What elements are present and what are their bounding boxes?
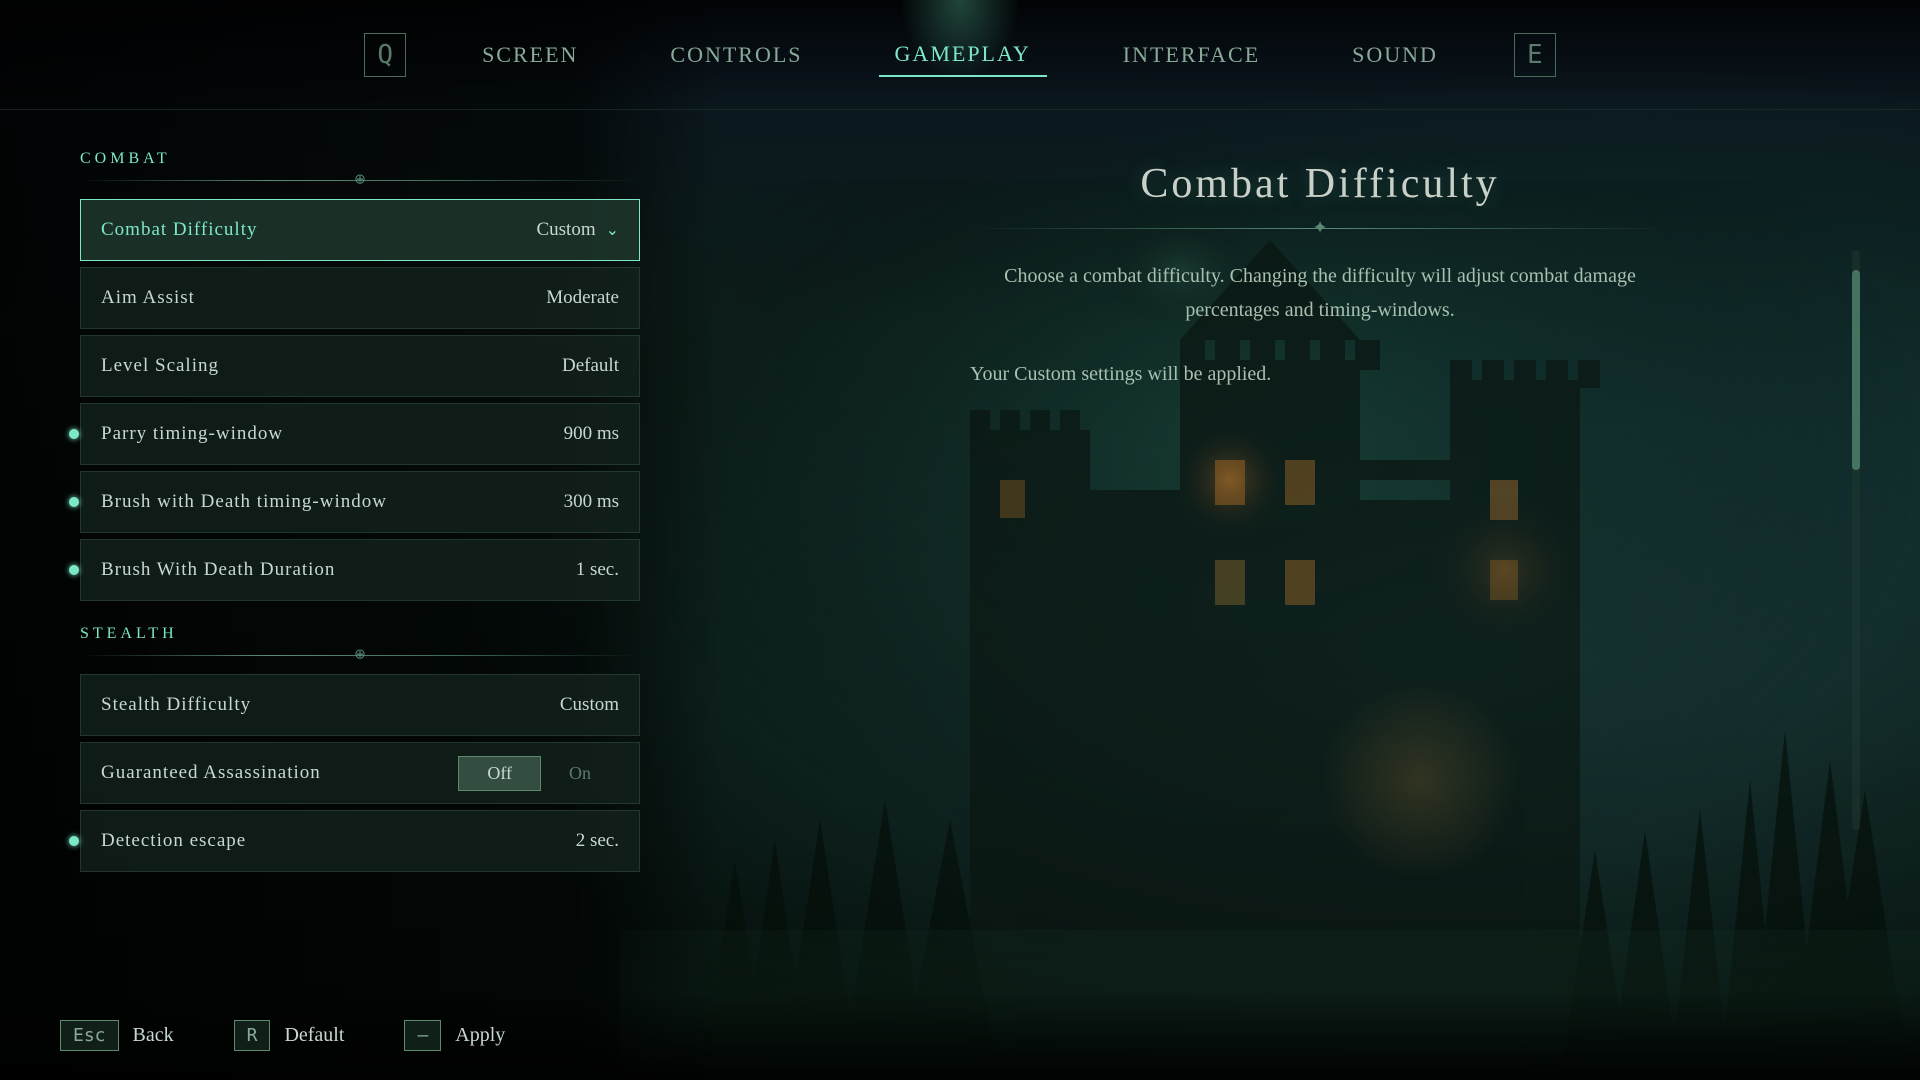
bottom-bar: Esc Back R Default — Apply — [0, 990, 1920, 1080]
settings-panel: COMBAT Combat Difficulty Custom ⌄ Aim As… — [0, 110, 720, 1080]
guaranteed-assassination-row[interactable]: Guaranteed Assassination Off On — [80, 742, 640, 804]
aim-assist-label: Aim Assist — [101, 287, 195, 309]
combat-section-header: COMBAT — [80, 150, 640, 168]
level-scaling-row[interactable]: Level Scaling Default — [80, 335, 640, 397]
left-bracket[interactable]: Q — [364, 33, 406, 77]
apply-key: — — [404, 1020, 441, 1051]
main-content: COMBAT Combat Difficulty Custom ⌄ Aim As… — [0, 110, 1920, 1080]
tab-screen[interactable]: Screen — [466, 34, 594, 76]
scrollbar[interactable] — [1852, 250, 1860, 830]
detection-dot — [69, 836, 79, 846]
level-scaling-value: Default — [562, 355, 619, 377]
right-bracket[interactable]: E — [1514, 33, 1556, 77]
brush-timing-dot — [69, 497, 79, 507]
toggle-container: Off On — [458, 756, 619, 791]
parry-timing-value: 900 ms — [564, 423, 619, 445]
detection-escape-row[interactable]: Detection escape 2 sec. — [80, 810, 640, 872]
combat-difficulty-value: Custom — [536, 219, 595, 241]
stealth-divider — [80, 655, 640, 656]
brush-timing-value: 300 ms — [564, 491, 619, 513]
combat-difficulty-row[interactable]: Combat Difficulty Custom ⌄ — [80, 199, 640, 261]
info-title: Combat Difficulty — [1140, 160, 1499, 208]
apply-label: Apply — [455, 1024, 505, 1047]
info-description: Choose a combat difficulty. Changing the… — [970, 259, 1670, 327]
level-scaling-label: Level Scaling — [101, 355, 219, 377]
tab-sound[interactable]: Sound — [1336, 34, 1454, 76]
stealth-difficulty-row[interactable]: Stealth Difficulty Custom — [80, 674, 640, 736]
detection-escape-label: Detection escape — [101, 830, 246, 852]
stealth-section-header: STEALTH — [80, 625, 640, 643]
default-key: R — [234, 1020, 271, 1051]
info-note: Your Custom settings will be applied. — [970, 357, 1670, 391]
back-action[interactable]: Esc Back — [60, 1020, 174, 1051]
brush-duration-value: 1 sec. — [576, 559, 619, 581]
default-action[interactable]: R Default — [234, 1020, 345, 1051]
brush-timing-row[interactable]: Brush with Death timing-window 300 ms — [80, 471, 640, 533]
aim-assist-value: Moderate — [546, 287, 619, 309]
brush-duration-label: Brush With Death Duration — [101, 559, 335, 581]
scrollbar-thumb[interactable] — [1852, 270, 1860, 470]
toggle-on-button[interactable]: On — [541, 757, 619, 790]
brush-timing-label: Brush with Death timing-window — [101, 491, 387, 513]
parry-timing-row[interactable]: Parry timing-window 900 ms — [80, 403, 640, 465]
stealth-difficulty-label: Stealth Difficulty — [101, 694, 251, 716]
parry-dot — [69, 429, 79, 439]
combat-divider — [80, 180, 640, 181]
info-panel: Combat Difficulty Choose a combat diffic… — [720, 110, 1920, 1080]
brush-duration-dot — [69, 565, 79, 575]
parry-timing-label: Parry timing-window — [101, 423, 283, 445]
back-key: Esc — [60, 1020, 119, 1051]
tab-controls[interactable]: Controls — [654, 34, 818, 76]
guaranteed-assassination-label: Guaranteed Assassination — [101, 762, 321, 784]
toggle-off-button[interactable]: Off — [458, 756, 541, 791]
navigation-bar: Q Screen Controls Gameplay Interface Sou… — [0, 0, 1920, 110]
default-label: Default — [284, 1024, 344, 1047]
stealth-difficulty-value: Custom — [560, 694, 619, 716]
combat-difficulty-label: Combat Difficulty — [101, 219, 258, 241]
tab-interface[interactable]: Interface — [1107, 34, 1276, 76]
aim-assist-row[interactable]: Aim Assist Moderate — [80, 267, 640, 329]
back-label: Back — [133, 1024, 174, 1047]
info-divider — [970, 228, 1670, 229]
chevron-down-icon: ⌄ — [606, 220, 619, 240]
brush-duration-row[interactable]: Brush With Death Duration 1 sec. — [80, 539, 640, 601]
detection-escape-value: 2 sec. — [576, 830, 619, 852]
apply-action[interactable]: — Apply — [404, 1020, 505, 1051]
tab-gameplay[interactable]: Gameplay — [879, 33, 1047, 77]
